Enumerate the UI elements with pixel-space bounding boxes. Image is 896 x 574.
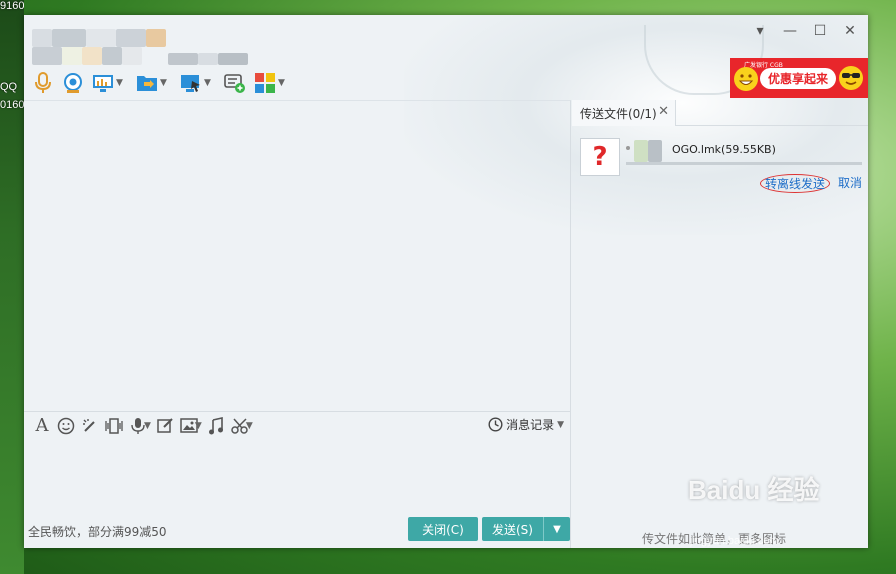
- file-name-blurred: [626, 140, 670, 164]
- shake-window-icon[interactable]: [102, 414, 126, 438]
- send-offline-link[interactable]: 转离线发送: [759, 174, 830, 193]
- message-history-label: 消息记录: [506, 418, 555, 432]
- chevron-down-icon: ▼: [557, 419, 564, 430]
- send-options-dropdown[interactable]: ▼: [544, 517, 570, 541]
- baidu-watermark-url: jingyan.baidu.com: [690, 535, 779, 547]
- window-controls: ▾ — ☐ ✕: [748, 21, 862, 41]
- send-button[interactable]: 发送(S): [482, 517, 544, 541]
- chevron-down-icon[interactable]: ▼: [144, 421, 151, 431]
- file-actions: 转离线发送 取消: [759, 174, 862, 193]
- chevron-down-icon[interactable]: ▼: [278, 78, 288, 88]
- ad-label: 优惠享起来: [760, 67, 837, 89]
- screen-share-icon[interactable]: [90, 70, 116, 96]
- cool-face-icon: [839, 66, 863, 90]
- font-icon[interactable]: A: [30, 414, 54, 438]
- tab-file-transfer[interactable]: 传送文件(0/1) ✕: [572, 100, 676, 126]
- qq-chat-window: ▾ — ☐ ✕ ▼ ▼ ▼ ▼ 广发银行 CGB 优惠享起来 A ▼ ▼ ▼ 消…: [24, 15, 868, 548]
- send-file-icon[interactable]: [134, 70, 160, 96]
- ad-banner[interactable]: 广发银行 CGB 优惠享起来: [730, 58, 868, 98]
- message-display-area[interactable]: [24, 100, 571, 411]
- desktop-icon-label[interactable]: 9160722...: [0, 0, 24, 12]
- desktop-icon-label[interactable]: 0160: [0, 99, 24, 111]
- edit-icon[interactable]: [153, 414, 177, 438]
- voice-call-icon[interactable]: [30, 70, 56, 96]
- message-history-button[interactable]: 消息记录 ▼: [488, 416, 564, 433]
- chevron-down-icon[interactable]: ▼: [204, 78, 214, 88]
- input-toolbar: A ▼ ▼ ▼ 消息记录 ▼: [24, 411, 571, 439]
- close-window-button[interactable]: ✕: [838, 21, 862, 41]
- promo-text-link[interactable]: 全民畅饮，部分满99减50: [28, 523, 167, 540]
- unknown-file-icon: ?: [580, 138, 620, 176]
- chevron-down-icon[interactable]: ▼: [160, 78, 170, 88]
- side-tab-bar: 传送文件(0/1) ✕: [572, 100, 868, 126]
- remote-desktop-icon[interactable]: [178, 70, 204, 96]
- video-call-icon[interactable]: [60, 70, 86, 96]
- emoji-icon[interactable]: [54, 414, 78, 438]
- transfer-progress-bar: [626, 162, 862, 165]
- smiley-icon: [734, 67, 758, 91]
- maximize-button[interactable]: ☐: [808, 21, 832, 41]
- close-button[interactable]: 关闭(C): [408, 517, 478, 541]
- chevron-down-icon[interactable]: ▼: [246, 421, 253, 431]
- chevron-down-icon[interactable]: ▼: [116, 78, 126, 88]
- clock-icon: [488, 417, 503, 432]
- magic-wand-icon[interactable]: [78, 414, 102, 438]
- baidu-watermark: Baidu 经验: [688, 475, 820, 505]
- file-transfer-item: ? OGO.lmk(59.55KB) 转离线发送 取消: [580, 138, 862, 198]
- create-discussion-icon[interactable]: [222, 70, 248, 96]
- message-input-area[interactable]: [24, 439, 571, 516]
- file-name: OGO.lmk(59.55KB): [672, 143, 776, 156]
- chat-toolbar: ▼ ▼ ▼ ▼: [30, 69, 292, 97]
- chat-header: ▾ — ☐ ✕ ▼ ▼ ▼ ▼ 广发银行 CGB 优惠享起来: [24, 15, 868, 100]
- minimize-button[interactable]: —: [778, 21, 802, 41]
- cancel-link[interactable]: 取消: [838, 174, 862, 193]
- close-icon[interactable]: ✕: [658, 104, 669, 119]
- chevron-down-icon[interactable]: ▼: [195, 421, 202, 431]
- send-button-group: 发送(S) ▼: [482, 517, 570, 541]
- skin-dropdown-button[interactable]: ▾: [748, 21, 772, 41]
- contact-name-blurred: [32, 29, 262, 69]
- tab-file-transfer-label: 传送文件(0/1): [580, 106, 657, 121]
- music-icon[interactable]: [204, 414, 228, 438]
- bottom-bar: 全民畅饮，部分满99减50 关闭(C) 发送(S) ▼: [24, 516, 571, 548]
- apps-icon[interactable]: [252, 70, 278, 96]
- desktop-icon-label[interactable]: QQ: [0, 81, 24, 93]
